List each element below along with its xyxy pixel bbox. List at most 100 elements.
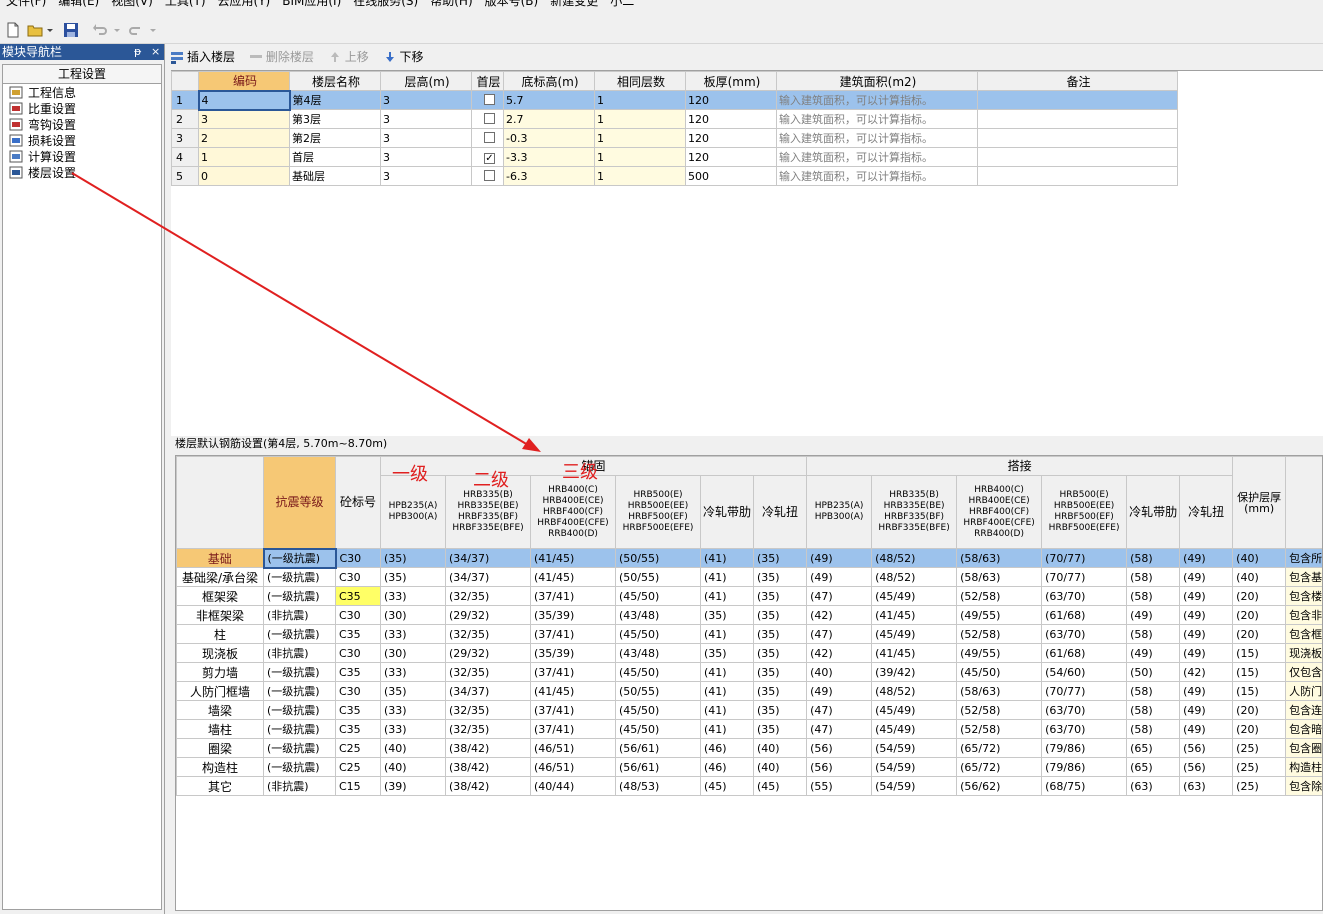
floor-cell-name[interactable]: 第2层 bbox=[289, 128, 381, 148]
anchor-cell[interactable]: (35) bbox=[380, 567, 446, 587]
rebar-row[interactable]: 基础 (一级抗震) C30 (35) (34/37) (41/45) (50/55) (41)… bbox=[176, 547, 1322, 569]
concrete-cell[interactable]: C35 bbox=[335, 700, 381, 720]
anchor-cell[interactable]: (45/50) bbox=[615, 624, 701, 644]
concrete-header[interactable]: 砼标号 bbox=[335, 456, 381, 549]
anchor-cell[interactable]: (33) bbox=[380, 662, 446, 682]
anchor-cell[interactable]: (41/45) bbox=[530, 548, 616, 568]
lap-cell[interactable]: (49) bbox=[1179, 643, 1234, 663]
lap-cell[interactable]: (48/52) bbox=[871, 548, 958, 568]
anchor-cell[interactable]: (41) bbox=[700, 567, 754, 587]
grade-cell[interactable]: (一级抗震) bbox=[262, 547, 337, 569]
lap-cell[interactable]: (63) bbox=[1126, 776, 1181, 796]
floor-cell-height[interactable]: 3 bbox=[380, 90, 472, 110]
rebar-row[interactable]: 柱 (一级抗震) C35 (33) (32/35) (37/41) (45/50) (41)(… bbox=[176, 624, 1322, 644]
anchor-cell[interactable]: (38/42) bbox=[445, 738, 531, 758]
anchor-cell[interactable]: (35) bbox=[752, 548, 808, 568]
floor-col-header[interactable]: 板厚(mm) bbox=[685, 71, 777, 91]
rebar-row-label[interactable]: 剪力墙 bbox=[176, 662, 264, 682]
anchor-cell[interactable]: (35) bbox=[752, 567, 808, 587]
lap-col-header[interactable]: HRB400(C) HRB400E(CE) HRBF400(CF) HRBF40… bbox=[956, 475, 1043, 549]
rebar-row-label[interactable]: 圈梁 bbox=[176, 738, 264, 758]
grade-cell[interactable]: (非抗震) bbox=[263, 776, 336, 796]
lap-cell[interactable]: (49) bbox=[1179, 624, 1234, 644]
floor-cell-slab[interactable]: 120 bbox=[685, 147, 777, 167]
rebar-row-label[interactable]: 构造柱 bbox=[176, 757, 264, 777]
anchor-cell[interactable]: (33) bbox=[380, 719, 446, 739]
floor-cell-base[interactable]: -6.3 bbox=[503, 166, 595, 186]
lap-cell[interactable]: (49) bbox=[1179, 681, 1234, 701]
lap-cell[interactable]: (61/68) bbox=[1041, 643, 1128, 663]
floor-row[interactable]: 1 4 第4层 3 5.7 1 120 输入建筑面积，可以计算指标。 bbox=[171, 89, 1178, 111]
floor-cell-base[interactable]: -0.3 bbox=[503, 128, 595, 148]
row-number[interactable]: 4 bbox=[171, 147, 199, 167]
concrete-cell[interactable]: C30 bbox=[335, 548, 381, 568]
floor-row[interactable]: 2 3 第3层 3 2.7 1 120 输入建筑面积，可以计算指标。 bbox=[171, 109, 1178, 129]
rebar-row-label[interactable]: 基础 bbox=[176, 548, 264, 568]
menu-item[interactable]: 工具(T) bbox=[159, 0, 212, 8]
floor-cell-code[interactable]: 4 bbox=[197, 89, 291, 111]
menu-item[interactable]: BIM应用(I) bbox=[276, 0, 347, 8]
lap-cell[interactable]: (79/86) bbox=[1041, 738, 1128, 758]
lap-cell[interactable]: (49) bbox=[1126, 643, 1181, 663]
row-number[interactable]: 3 bbox=[171, 128, 199, 148]
lap-cell[interactable]: (63/70) bbox=[1041, 719, 1128, 739]
lap-cell[interactable]: (49) bbox=[1179, 719, 1234, 739]
anchor-cell[interactable]: (35) bbox=[700, 643, 754, 663]
lap-cell[interactable]: (39/42) bbox=[871, 662, 958, 682]
floor-cell-code[interactable]: 2 bbox=[198, 128, 290, 148]
concrete-cell[interactable]: C35 bbox=[335, 586, 381, 606]
undo-icon[interactable] bbox=[92, 22, 108, 38]
lap-cell[interactable]: (49/55) bbox=[956, 643, 1043, 663]
lap-cell[interactable]: (58/63) bbox=[956, 548, 1043, 568]
cover-cell[interactable]: (25) bbox=[1232, 757, 1287, 777]
lap-cell[interactable]: (45/50) bbox=[956, 662, 1043, 682]
lap-cell[interactable]: (58) bbox=[1126, 586, 1181, 606]
anchor-cell[interactable]: (37/41) bbox=[530, 586, 616, 606]
lap-cell[interactable]: (58) bbox=[1126, 719, 1181, 739]
anchor-cell[interactable]: (35) bbox=[752, 586, 808, 606]
cover-cell[interactable]: (40) bbox=[1232, 567, 1287, 587]
rebar-row[interactable]: 现浇板 (非抗震) C30 (30) (29/32) (35/39) (43/48) (35)… bbox=[176, 643, 1322, 663]
anchor-cell[interactable]: (41) bbox=[700, 700, 754, 720]
first-floor-checkbox[interactable]: ✓ bbox=[484, 153, 495, 164]
menu-item[interactable]: 小二 bbox=[604, 0, 640, 8]
menu-item[interactable]: 帮助(H) bbox=[424, 0, 478, 8]
anchor-cell[interactable]: (38/42) bbox=[445, 757, 531, 777]
concrete-cell[interactable]: C15 bbox=[335, 776, 381, 796]
anchor-col-header[interactable]: 冷轧带肋 bbox=[700, 475, 754, 549]
floor-cell-same[interactable]: 1 bbox=[594, 90, 686, 110]
anchor-cell[interactable]: (40) bbox=[752, 757, 808, 777]
lap-cell[interactable]: (70/77) bbox=[1041, 567, 1128, 587]
anchor-cell[interactable]: (46) bbox=[700, 738, 754, 758]
lap-cell[interactable]: (48/52) bbox=[871, 567, 958, 587]
anchor-cell[interactable]: (43/48) bbox=[615, 605, 701, 625]
tree-item[interactable]: 比重设置 bbox=[3, 101, 161, 117]
lap-cell[interactable]: (47) bbox=[806, 586, 873, 606]
anchor-cell[interactable]: (35/39) bbox=[530, 605, 616, 625]
anchor-cell[interactable]: (35) bbox=[700, 605, 754, 625]
anchor-cell[interactable]: (35) bbox=[752, 681, 808, 701]
floor-cell-first[interactable] bbox=[471, 90, 504, 110]
anchor-cell[interactable]: (41) bbox=[700, 681, 754, 701]
lap-cell[interactable]: (41/45) bbox=[871, 605, 958, 625]
lap-cell[interactable]: (63/70) bbox=[1041, 586, 1128, 606]
grade-cell[interactable]: (一级抗震) bbox=[263, 567, 336, 587]
lap-cell[interactable]: (55) bbox=[806, 776, 873, 796]
grade-cell[interactable]: (一级抗震) bbox=[263, 719, 336, 739]
grade-cell[interactable]: (非抗震) bbox=[263, 605, 336, 625]
rebar-row-label[interactable]: 墙柱 bbox=[176, 719, 264, 739]
lap-cell[interactable]: (54/60) bbox=[1041, 662, 1128, 682]
anchor-cell[interactable]: (56/61) bbox=[615, 738, 701, 758]
lap-cell[interactable]: (49) bbox=[806, 548, 873, 568]
open-folder-icon[interactable] bbox=[27, 22, 43, 38]
anchor-cell[interactable]: (43/48) bbox=[615, 643, 701, 663]
menu-item[interactable]: 版本号(B) bbox=[479, 0, 545, 8]
lap-cell[interactable]: (45/49) bbox=[871, 586, 958, 606]
floor-cell-height[interactable]: 3 bbox=[380, 109, 472, 129]
cover-cell[interactable]: (40) bbox=[1232, 548, 1287, 568]
anchor-cell[interactable]: (45) bbox=[700, 776, 754, 796]
lap-cell[interactable]: (56) bbox=[1179, 738, 1234, 758]
floor-cell-area[interactable]: 输入建筑面积，可以计算指标。 bbox=[776, 166, 978, 186]
cover-cell[interactable]: (15) bbox=[1232, 643, 1287, 663]
floor-cell-area[interactable]: 输入建筑面积，可以计算指标。 bbox=[776, 147, 978, 167]
